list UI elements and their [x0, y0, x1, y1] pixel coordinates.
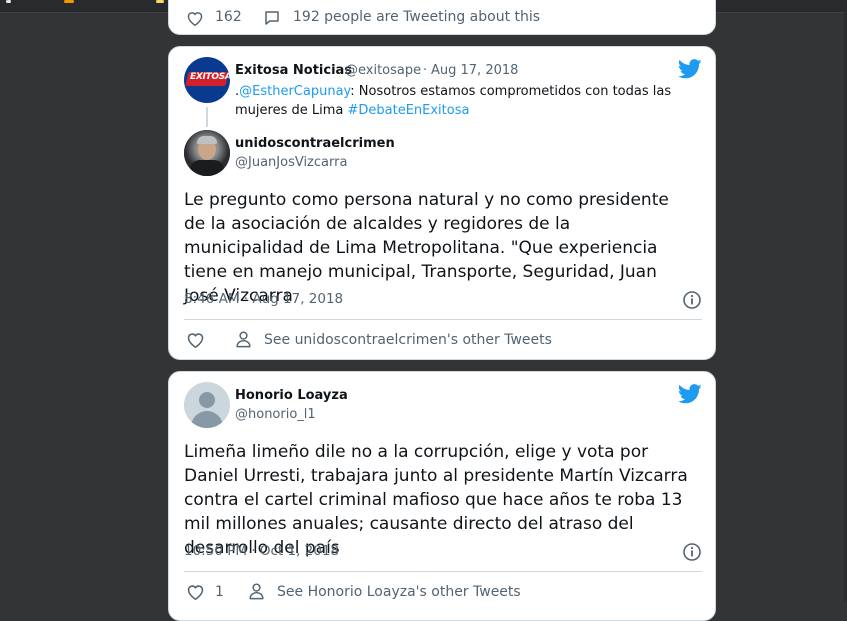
tab-indicator: [6, 0, 11, 3]
avatar-default-head: [199, 392, 215, 408]
author-handle[interactable]: @JuanJosVizcarra: [235, 155, 347, 170]
heart-icon[interactable]: [186, 10, 204, 26]
mention-link[interactable]: @EstherCapunay: [239, 84, 350, 99]
person-icon: [236, 331, 251, 348]
hashtag-link[interactable]: #DebateEnExitosa: [347, 103, 469, 118]
avatar-author[interactable]: [184, 130, 230, 176]
divider: [184, 571, 702, 572]
twitter-bird-icon[interactable]: [678, 59, 702, 79]
tweet-timestamp[interactable]: 10:50 PM · Oct 1, 2018: [184, 543, 339, 559]
avatar-default-body: [191, 411, 223, 428]
tweet-text: Limeña limeño dile no a la corrupción, e…: [184, 442, 688, 558]
author-handle[interactable]: @honorio_l1: [235, 407, 316, 422]
avatar-default[interactable]: [184, 382, 230, 428]
speech-bubble-icon: [265, 11, 279, 25]
author-name[interactable]: Honorio Loayza: [235, 388, 348, 403]
quoted-author-handle[interactable]: @exitosape: [345, 63, 421, 78]
tweet-timestamp[interactable]: 8:46 AM · Aug 17, 2018: [184, 291, 343, 307]
tweet-card-previous[interactable]: 162 192 people are Tweeting about this: [168, 0, 716, 35]
divider: [184, 319, 702, 320]
quoted-author-name[interactable]: Exitosa Noticias: [235, 63, 352, 78]
tweet-text: Le pregunto como persona natural y no co…: [184, 190, 669, 306]
avatar-exitosa[interactable]: EXITOSA: [184, 57, 230, 103]
tab-indicator: [156, 0, 164, 3]
like-count: 1: [215, 584, 224, 600]
heart-icon[interactable]: [186, 583, 205, 600]
like-count: 162: [215, 9, 242, 25]
person-icon: [249, 583, 264, 600]
heart-icon[interactable]: [186, 331, 205, 348]
quoted-date[interactable]: Aug 17, 2018: [431, 63, 518, 78]
see-other-tweets-link[interactable]: See Honorio Loayza's other Tweets: [277, 584, 521, 600]
info-icon[interactable]: [682, 542, 702, 562]
see-other-tweets-link[interactable]: See unidoscontraelcrimen's other Tweets: [264, 332, 552, 348]
tab-indicator: [64, 0, 74, 3]
avatar-hair: [197, 136, 217, 144]
thread-line: [206, 107, 208, 127]
people-tweeting-text[interactable]: 192 people are Tweeting about this: [293, 9, 540, 25]
exitosa-logo-text: EXITOSA: [190, 72, 230, 82]
info-icon[interactable]: [682, 290, 702, 310]
avatar-suit: [190, 160, 224, 176]
tweet-card[interactable]: EXITOSA Exitosa Noticias @exitosape · Au…: [168, 46, 716, 360]
tweet-card[interactable]: Honorio Loayza @honorio_l1 Limeña limeño…: [168, 371, 716, 621]
author-name[interactable]: unidoscontraelcrimen: [235, 136, 395, 151]
twitter-bird-icon[interactable]: [678, 384, 702, 404]
separator-dot: ·: [423, 63, 428, 78]
quoted-tweet-text: .@EstherCapunay: Nosotros estamos compro…: [235, 82, 685, 120]
